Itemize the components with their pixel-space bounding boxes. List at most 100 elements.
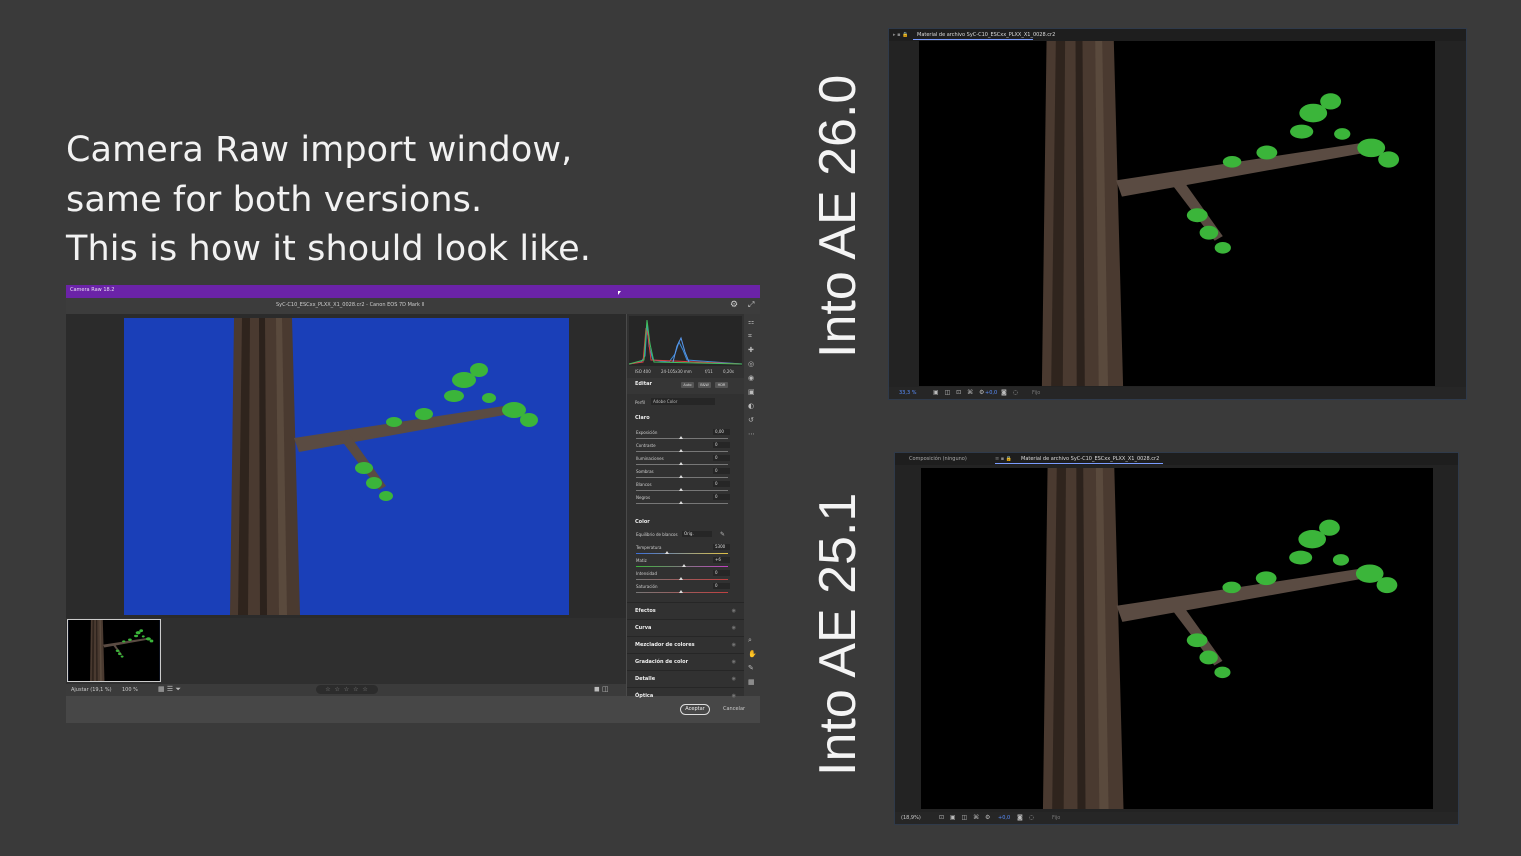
histogram (629, 316, 742, 366)
snapshot-tool-icon[interactable]: ◐ (748, 402, 754, 410)
visibility-icon[interactable]: ◉ (732, 693, 736, 699)
zoom-select[interactable]: 33,3 % (899, 390, 916, 396)
slider-highlights[interactable]: Iluminaciones 0 (636, 455, 730, 468)
slider-saturation[interactable]: Saturación 0 (636, 583, 730, 596)
filmstrip-thumbnail[interactable] (67, 619, 161, 682)
expand-icon[interactable]: ⤢ (748, 301, 754, 309)
slider-knob[interactable] (679, 590, 683, 593)
camera-raw-file-name: SyC-C10_ESCxx_PLXX_X1_0028.cr2 - Canon E… (276, 302, 425, 308)
slider-whites[interactable]: Blancos 0 (636, 481, 730, 494)
auto-button[interactable]: Auto (681, 382, 694, 388)
visibility-icon[interactable]: ◉ (732, 676, 736, 682)
viewer-toolbar-icons[interactable]: ⊡ ▣ ◫ ⌘ ⚙ (939, 814, 992, 821)
zoom-select[interactable]: (18,9%) (901, 815, 921, 821)
visibility-icon[interactable]: ◉ (732, 642, 736, 648)
exposure-value[interactable]: +0,0 (998, 815, 1010, 821)
resolution-select[interactable]: Fijo (1052, 815, 1060, 821)
history-tool-icon[interactable]: ↺ (748, 416, 754, 424)
slider-value[interactable]: 0 (713, 494, 730, 500)
more-tool-icon[interactable]: ⋯ (748, 430, 755, 438)
accept-button[interactable]: Aceptar (680, 704, 710, 715)
zoom-percent-select[interactable]: 100 % (122, 687, 138, 693)
zoom-fit-select[interactable]: Ajustar (19,1 %) (71, 687, 112, 693)
slider-value[interactable]: 0 (713, 455, 730, 461)
cancel-button[interactable]: Cancelar (723, 706, 745, 712)
camera-raw-preview (66, 314, 626, 618)
sampler-tool-icon[interactable]: ✎ (748, 664, 754, 672)
presets-tool-icon[interactable]: ▣ (748, 388, 755, 396)
redeye-tool-icon[interactable]: ◉ (748, 374, 754, 382)
panel-menu-icon[interactable]: ▸ ▪ 🔒 (893, 32, 908, 38)
profile-select[interactable]: Adobe Color (651, 398, 715, 405)
gear-icon[interactable]: ⚙ (730, 301, 738, 310)
bw-button[interactable]: B&W (698, 382, 711, 388)
crop-tool-icon[interactable]: ⌗ (748, 332, 752, 340)
hand-tool-icon[interactable]: ✋ (748, 650, 757, 658)
section-optics[interactable]: Óptica ◉ (627, 687, 744, 704)
ae26-footage-panel: ▸ ▪ 🔒 Material de archivo SyC-C10_ESCxx_… (888, 28, 1467, 400)
slider-knob[interactable] (679, 577, 683, 580)
section-detail[interactable]: Detalle ◉ (627, 670, 744, 687)
heal-tool-icon[interactable]: ✚ (748, 346, 754, 354)
section-effects[interactable]: Efectos ◉ (627, 602, 744, 619)
snapshot-icon[interactable]: ◙ ◌ (1001, 389, 1020, 396)
slider-temperature[interactable]: Temperatura 5300 (636, 544, 730, 557)
ae25-composition-tab[interactable]: Composición (ninguno) (909, 456, 967, 462)
slider-knob[interactable] (679, 436, 683, 439)
slider-label: Blancos (636, 482, 652, 487)
slider-knob[interactable] (679, 475, 683, 478)
slider-knob[interactable] (679, 501, 683, 504)
slider-blacks[interactable]: Negros 0 (636, 494, 730, 507)
zoom-tool-icon[interactable]: ⌕ (748, 636, 752, 644)
slider-vibrance[interactable]: Intensidad 0 (636, 570, 730, 583)
eyedropper-icon[interactable]: ✎ (720, 531, 725, 538)
rating-stars[interactable]: ☆ ☆ ☆ ☆ ☆ (316, 685, 378, 694)
light-section-header[interactable]: Claro (635, 415, 650, 421)
visibility-icon[interactable]: ◉ (732, 625, 736, 631)
section-curve[interactable]: Curva ◉ (627, 619, 744, 636)
slider-value[interactable]: 0 (713, 570, 730, 576)
slider-knob[interactable] (679, 488, 683, 491)
section-color-mixer[interactable]: Mezclador de colores ◉ (627, 636, 744, 653)
edit-tool-icon[interactable]: ⚏ (748, 318, 754, 326)
exposure-value[interactable]: +0,0 (985, 390, 997, 396)
visibility-icon[interactable]: ◉ (732, 608, 736, 614)
slider-knob[interactable] (679, 449, 683, 452)
slider-value[interactable]: 0 (713, 583, 730, 589)
slider-knob[interactable] (679, 462, 683, 465)
section-color-grading[interactable]: Gradación de color ◉ (627, 653, 744, 670)
resolution-select[interactable]: Fijo (1032, 390, 1040, 396)
grid-tool-icon[interactable]: ▦ (748, 678, 755, 686)
iso-value: ISO 400 (635, 369, 651, 374)
slider-contrast[interactable]: Contraste 0 (636, 442, 730, 455)
hdr-button[interactable]: HDR (715, 382, 728, 388)
slider-value[interactable]: 0 (713, 468, 730, 474)
ae26-footage-tab[interactable]: Material de archivo SyC-C10_ESCxx_PLXX_X… (917, 32, 1055, 38)
slider-value[interactable]: +6 (713, 557, 730, 563)
slider-shadows[interactable]: Sombras 0 (636, 468, 730, 481)
ae26-viewer-image (919, 41, 1435, 386)
view-mode-icons[interactable]: ◼ ◫ (594, 685, 609, 693)
camera-raw-title: Camera Raw 18.2 (70, 287, 115, 293)
slider-value[interactable]: 0 (713, 442, 730, 448)
slider-knob[interactable] (682, 564, 686, 567)
white-balance-select[interactable]: Orig. (682, 531, 712, 537)
slider-track[interactable] (636, 553, 728, 554)
caption: Camera Raw import window, same for both … (66, 126, 591, 275)
slider-tint[interactable]: Matiz +6 (636, 557, 730, 570)
slider-knob[interactable] (665, 551, 669, 554)
ae25-footage-tab[interactable]: Material de archivo SyC-C10_ESCxx_PLXX_X… (1021, 456, 1159, 462)
panel-menu-icon[interactable]: ≡ ▪ 🔒 (995, 456, 1012, 462)
slider-value[interactable]: 0,00 (713, 429, 730, 435)
slider-value[interactable]: 0 (713, 481, 730, 487)
slider-exposure[interactable]: Exposición 0,00 (636, 429, 730, 442)
viewer-toolbar-icons[interactable]: ▣ ◫ ⊡ ⌘ ⚙ (933, 389, 986, 396)
visibility-icon[interactable]: ◉ (732, 659, 736, 665)
slider-value[interactable]: 5300 (713, 544, 730, 550)
snapshot-icon[interactable]: ◙ ◌ (1017, 814, 1036, 821)
color-section-header[interactable]: Color (635, 519, 650, 525)
section-label: Efectos (635, 608, 656, 614)
section-label: Óptica (635, 693, 654, 699)
mask-tool-icon[interactable]: ◎ (748, 360, 754, 368)
filmstrip-options-icons[interactable]: ▦ ☰ ⏷ (158, 685, 181, 694)
